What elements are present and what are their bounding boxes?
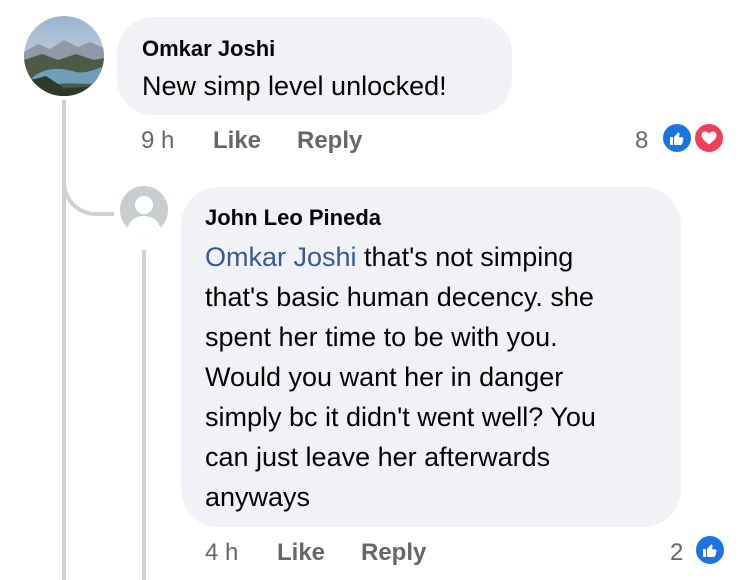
reply-button[interactable]: Reply <box>361 539 426 567</box>
default-avatar-icon <box>126 196 162 234</box>
comment-text: New simp level unlocked! <box>142 71 447 101</box>
reply-text-line: simply bc it didn't went well? You <box>205 402 596 432</box>
reply-text-line: Would you want her in danger <box>205 362 564 392</box>
reply-text-line: anyways <box>205 482 311 512</box>
comment-timestamp[interactable]: 9 h <box>141 127 174 155</box>
landscape-photo-icon <box>24 16 104 96</box>
like-button[interactable]: Like <box>213 127 261 155</box>
reply-text-line: that's not simping <box>356 242 574 272</box>
comment-bubble: Omkar Joshi New simp level unlocked! <box>117 17 512 115</box>
comment-author[interactable]: Omkar Joshi <box>142 36 275 62</box>
reply-bubble: John Leo Pineda Omkar Joshi that's not s… <box>181 187 681 527</box>
reply-author[interactable]: John Leo Pineda <box>205 205 381 231</box>
avatar[interactable] <box>24 16 104 96</box>
avatar[interactable] <box>120 186 168 234</box>
reply-timestamp[interactable]: 4 h <box>205 539 238 567</box>
reply-text: Omkar Joshi that's not simping that's ba… <box>205 237 675 517</box>
reply-text-line: can just leave her afterwards <box>205 442 551 472</box>
reply-text-line: spent her time to be with you. <box>205 322 558 352</box>
love-icon[interactable] <box>693 122 725 154</box>
reaction-count[interactable]: 2 <box>670 539 683 567</box>
reply-connector <box>62 150 114 216</box>
mention-link[interactable]: Omkar Joshi <box>205 242 357 272</box>
like-button[interactable]: Like <box>277 539 325 567</box>
like-icon[interactable] <box>694 534 726 566</box>
reply-button[interactable]: Reply <box>297 127 362 155</box>
reply-text-line: that's basic human decency. she <box>205 282 594 312</box>
reaction-count[interactable]: 8 <box>635 127 648 155</box>
reply-thread-line <box>142 250 146 580</box>
like-icon[interactable] <box>661 122 693 154</box>
